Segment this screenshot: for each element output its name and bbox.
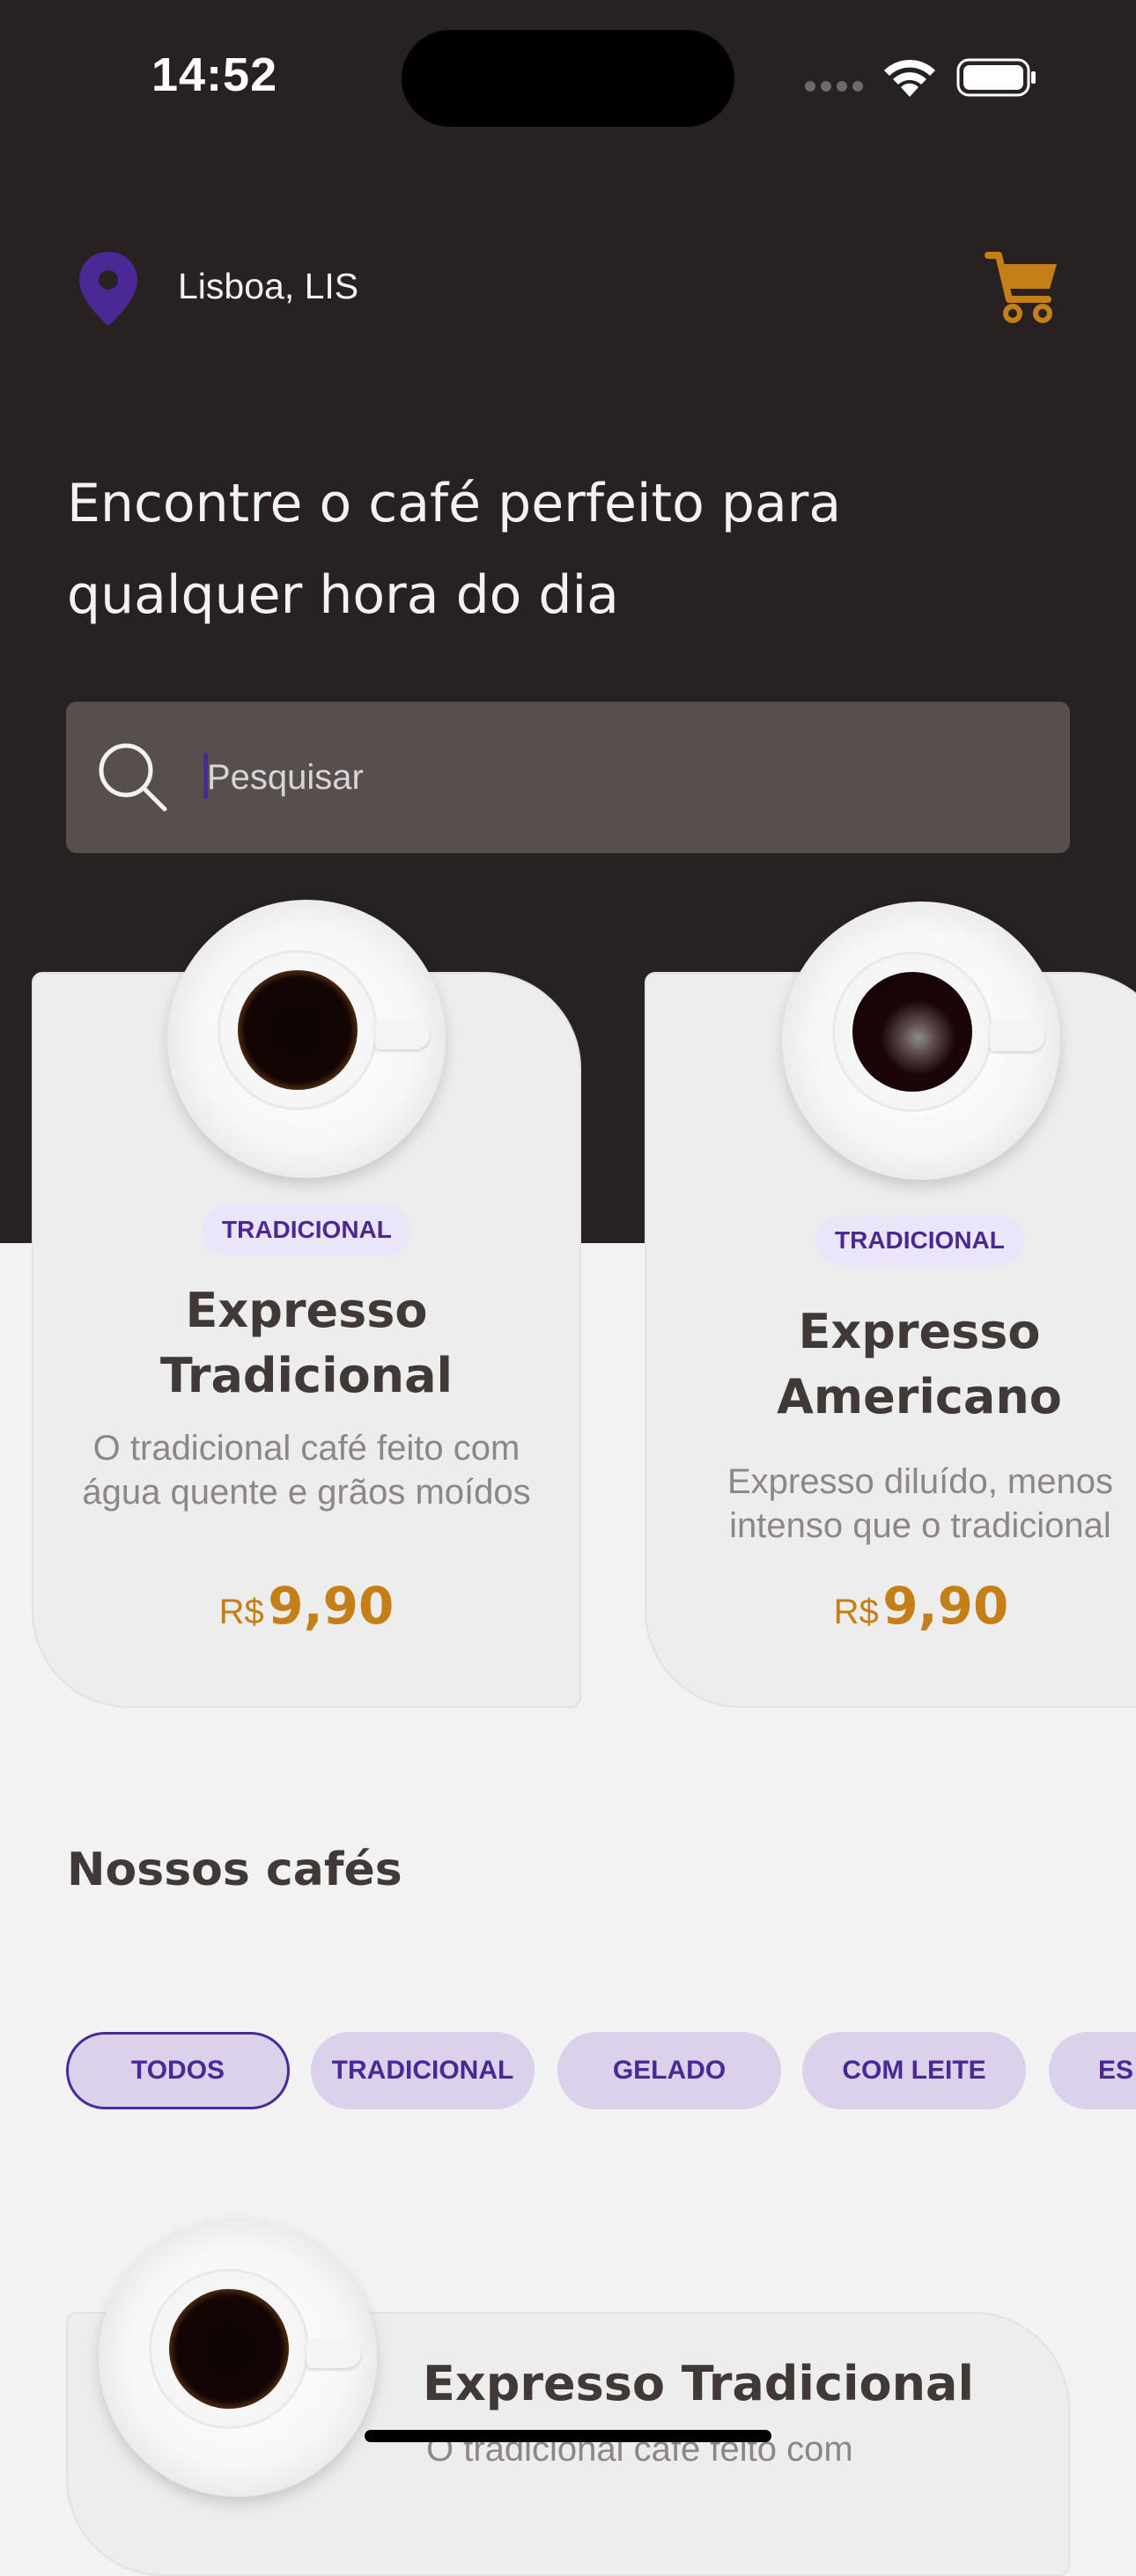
dynamic-island: [402, 30, 734, 127]
cellular-signal-icon: [805, 81, 867, 93]
wifi-icon: [884, 59, 935, 97]
coffee-price: R$ 9,90: [159, 1576, 454, 1636]
section-title: Nossos cafés: [67, 1844, 402, 1896]
home-indicator[interactable]: [365, 2430, 771, 2442]
coffee-cup-image: [782, 902, 1060, 1180]
coffee-title: Expresso Tradicional: [159, 1283, 454, 1403]
search-bar[interactable]: [66, 702, 1070, 853]
price-value: 9,90: [268, 1576, 395, 1636]
battery-icon: [956, 58, 1036, 97]
coffee-title: Expresso Tradicional: [423, 2356, 974, 2411]
coffee-tag: Tradicional: [203, 1204, 411, 1255]
coffee-description: Expresso diluído, menos intenso que o tr…: [727, 1462, 1113, 1545]
coffee-cup-image: [99, 2219, 377, 2497]
filter-chip-tradicional[interactable]: Tradicional: [311, 2032, 535, 2109]
coffee-title: Expresso Americano: [777, 1304, 1062, 1424]
price-value: 9,90: [882, 1576, 1009, 1636]
coffee-cup-image: [167, 900, 446, 1178]
status-time: 14:52: [151, 48, 278, 101]
search-icon: [99, 743, 167, 812]
coffee-tag: Tradicional: [815, 1215, 1024, 1266]
cart-icon[interactable]: [985, 248, 1062, 326]
filter-chip-gelado[interactable]: Gelado: [557, 2032, 781, 2109]
location-label[interactable]: Lisboa, LIS: [178, 266, 358, 307]
filter-chip-todos[interactable]: Todos: [66, 2032, 290, 2109]
search-input[interactable]: [205, 746, 1001, 809]
filter-chip-bar: Todos Tradicional Gelado Com leite Es: [66, 2032, 1136, 2111]
filter-chip-com-leite[interactable]: Com leite: [802, 2032, 1026, 2109]
coffee-description: O tradicional café feito com água quente…: [82, 1429, 531, 1512]
filter-chip-especial[interactable]: Es: [1049, 2032, 1136, 2109]
price-currency: R$: [833, 1593, 879, 1631]
price-currency: R$: [218, 1593, 264, 1631]
coffee-price: R$ 9,90: [773, 1576, 1069, 1636]
page-headline: Encontre o café perfeito para qualquer h…: [67, 473, 842, 626]
map-pin-icon: [79, 252, 137, 326]
